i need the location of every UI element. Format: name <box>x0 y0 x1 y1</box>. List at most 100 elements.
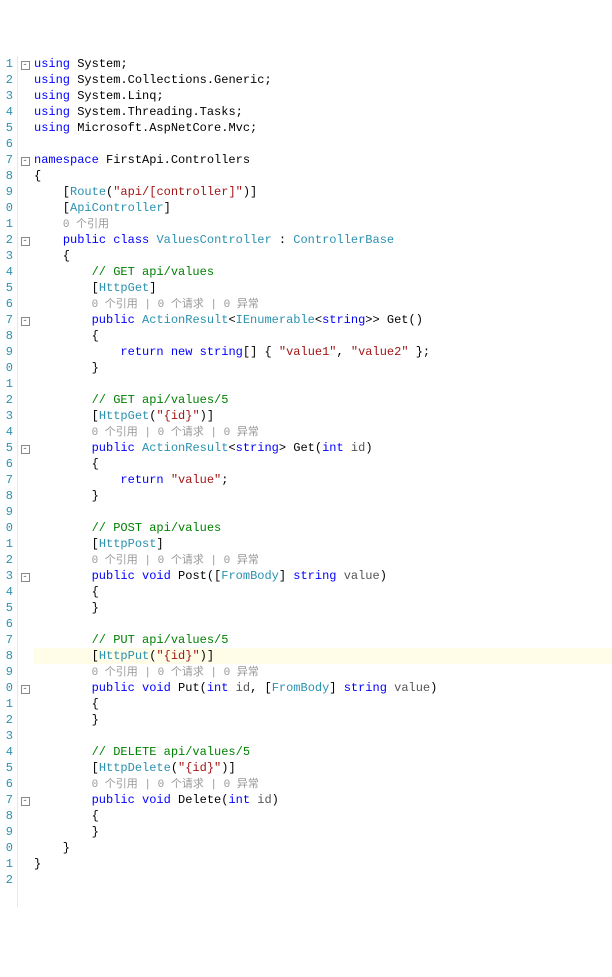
code-line[interactable]: using System.Collections.Generic; <box>34 72 612 88</box>
fold-cell <box>18 856 32 872</box>
code-line[interactable]: } <box>34 488 612 504</box>
code-line[interactable]: using Microsoft.AspNetCore.Mvc; <box>34 120 612 136</box>
code-line[interactable]: public ActionResult<string> Get(int id) <box>34 440 612 456</box>
code-line[interactable]: 0 个引用 | 0 个请求 | 0 异常 <box>34 296 612 312</box>
line-number: 1 <box>0 376 13 392</box>
line-number: 6 <box>0 456 13 472</box>
code-line[interactable]: [HttpPut("{id}")] <box>34 648 612 664</box>
fold-toggle-icon[interactable]: - <box>21 445 30 454</box>
code-line[interactable]: } <box>34 712 612 728</box>
code-line[interactable]: [HttpPost] <box>34 536 612 552</box>
fold-cell <box>18 328 32 344</box>
code-line[interactable]: } <box>34 840 612 856</box>
code-line[interactable] <box>34 872 612 888</box>
code-line[interactable]: 0 个引用 | 0 个请求 | 0 异常 <box>34 776 612 792</box>
code-line[interactable]: // POST api/values <box>34 520 612 536</box>
code-line[interactable]: // GET api/values <box>34 264 612 280</box>
fold-toggle-icon[interactable]: - <box>21 157 30 166</box>
fold-toggle-icon[interactable]: - <box>21 573 30 582</box>
code-line[interactable]: // DELETE api/values/5 <box>34 744 612 760</box>
code-line[interactable]: return new string[] { "value1", "value2"… <box>34 344 612 360</box>
fold-cell <box>18 760 32 776</box>
fold-cell <box>18 360 32 376</box>
fold-cell: - <box>18 232 32 248</box>
code-line[interactable]: 0 个引用 <box>34 216 612 232</box>
line-number: 9 <box>0 344 13 360</box>
fold-cell <box>18 488 32 504</box>
code-line[interactable]: { <box>34 248 612 264</box>
line-number: 7 <box>0 632 13 648</box>
fold-toggle-icon[interactable]: - <box>21 317 30 326</box>
fold-toggle-icon[interactable]: - <box>21 237 30 246</box>
code-line[interactable]: } <box>34 856 612 872</box>
fold-cell: - <box>18 152 32 168</box>
line-number: 5 <box>0 600 13 616</box>
code-line[interactable]: 0 个引用 | 0 个请求 | 0 异常 <box>34 552 612 568</box>
code-line[interactable]: public class ValuesController : Controll… <box>34 232 612 248</box>
fold-cell <box>18 88 32 104</box>
code-line[interactable] <box>34 728 612 744</box>
line-number: 6 <box>0 776 13 792</box>
code-line[interactable]: 0 个引用 | 0 个请求 | 0 异常 <box>34 424 612 440</box>
code-line[interactable]: using System.Threading.Tasks; <box>34 104 612 120</box>
code-line[interactable]: [HttpGet] <box>34 280 612 296</box>
code-line[interactable]: [HttpGet("{id}")] <box>34 408 612 424</box>
line-number: 1 <box>0 56 13 72</box>
fold-cell <box>18 424 32 440</box>
code-line[interactable]: { <box>34 808 612 824</box>
code-line[interactable] <box>34 376 612 392</box>
code-line[interactable]: } <box>34 600 612 616</box>
code-line[interactable]: // GET api/values/5 <box>34 392 612 408</box>
fold-toggle-icon[interactable]: - <box>21 797 30 806</box>
code-line[interactable]: { <box>34 456 612 472</box>
code-line[interactable]: { <box>34 168 612 184</box>
fold-cell <box>18 536 32 552</box>
code-line[interactable]: public void Post([FromBody] string value… <box>34 568 612 584</box>
code-line[interactable]: public void Delete(int id) <box>34 792 612 808</box>
code-line[interactable]: { <box>34 328 612 344</box>
line-number: 3 <box>0 248 13 264</box>
line-number: 8 <box>0 488 13 504</box>
fold-toggle-icon[interactable]: - <box>21 685 30 694</box>
fold-cell <box>18 168 32 184</box>
code-line[interactable]: } <box>34 824 612 840</box>
line-number: 3 <box>0 568 13 584</box>
code-line[interactable]: 0 个引用 | 0 个请求 | 0 异常 <box>34 664 612 680</box>
code-line[interactable]: namespace FirstApi.Controllers <box>34 152 612 168</box>
line-number: 9 <box>0 664 13 680</box>
fold-cell <box>18 376 32 392</box>
fold-cell <box>18 664 32 680</box>
line-number: 7 <box>0 472 13 488</box>
code-line[interactable]: [ApiController] <box>34 200 612 216</box>
line-number: 0 <box>0 200 13 216</box>
code-line[interactable]: } <box>34 360 612 376</box>
code-line[interactable]: using System; <box>34 56 612 72</box>
code-line[interactable]: public ActionResult<IEnumerable<string>>… <box>34 312 612 328</box>
line-number: 9 <box>0 824 13 840</box>
fold-cell <box>18 280 32 296</box>
code-line[interactable]: [Route("api/[controller]")] <box>34 184 612 200</box>
code-line[interactable]: // PUT api/values/5 <box>34 632 612 648</box>
fold-cell <box>18 296 32 312</box>
line-number: 4 <box>0 104 13 120</box>
line-number: 0 <box>0 680 13 696</box>
code-line[interactable] <box>34 136 612 152</box>
code-line[interactable] <box>34 504 612 520</box>
code-area[interactable]: using System;using System.Collections.Ge… <box>32 56 612 907</box>
fold-cell <box>18 344 32 360</box>
line-number: 6 <box>0 136 13 152</box>
code-line[interactable]: return "value"; <box>34 472 612 488</box>
code-line[interactable]: { <box>34 584 612 600</box>
fold-cell: - <box>18 312 32 328</box>
line-number: 2 <box>0 392 13 408</box>
line-number: 7 <box>0 312 13 328</box>
code-line[interactable]: [HttpDelete("{id}")] <box>34 760 612 776</box>
code-line[interactable]: { <box>34 696 612 712</box>
code-line[interactable]: public void Put(int id, [FromBody] strin… <box>34 680 612 696</box>
fold-toggle-icon[interactable]: - <box>21 61 30 70</box>
fold-cell <box>18 728 32 744</box>
line-number: 1 <box>0 856 13 872</box>
code-line[interactable] <box>34 616 612 632</box>
code-line[interactable]: using System.Linq; <box>34 88 612 104</box>
fold-cell: - <box>18 792 32 808</box>
